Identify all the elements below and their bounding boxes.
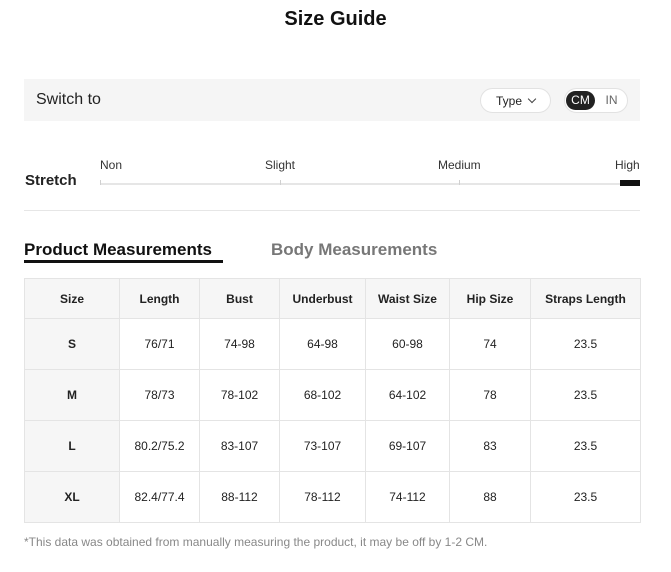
stretch-tick (459, 180, 460, 185)
table-cell: 83 (449, 420, 531, 472)
stretch-level-high: High (615, 158, 640, 172)
table-header-row: Size Length Bust Underbust Waist Size Hi… (24, 278, 641, 319)
size-cell: M (24, 369, 120, 421)
column-header: Bust (199, 278, 280, 319)
unit-toggle: CM IN (564, 88, 628, 113)
table-cell: 78/73 (119, 369, 200, 421)
type-label: Type (495, 93, 522, 108)
table-cell: 78-102 (199, 369, 280, 421)
size-cell: XL (24, 471, 120, 523)
divider (24, 210, 640, 211)
table-cell: 73-107 (279, 420, 366, 472)
size-cell: L (24, 420, 120, 472)
footnote: *This data was obtained from manually me… (24, 535, 488, 549)
tab-body-measurements[interactable]: Body Measurements (271, 240, 437, 260)
table-cell: 64-102 (365, 369, 450, 421)
stretch-tick (100, 180, 101, 185)
stretch-tick (280, 180, 281, 185)
table-cell: 60-98 (365, 318, 450, 370)
table-row: S 76/71 74-98 64-98 60-98 74 23.5 (24, 318, 641, 370)
column-header: Underbust (279, 278, 366, 319)
table-cell: 76/71 (119, 318, 200, 370)
stretch-track (100, 183, 640, 185)
stretch-selected-marker (620, 180, 640, 186)
column-header: Size (24, 278, 120, 319)
active-tab-underline (24, 260, 223, 263)
table-cell: 23.5 (530, 318, 641, 370)
size-cell: S (24, 318, 120, 370)
unit-cm-option[interactable]: CM (566, 91, 595, 110)
table-cell: 23.5 (530, 369, 641, 421)
column-header: Length (119, 278, 200, 319)
table-cell: 23.5 (530, 471, 641, 523)
table-cell: 82.4/77.4 (119, 471, 200, 523)
table-cell: 64-98 (279, 318, 366, 370)
stretch-level-medium: Medium (438, 158, 481, 172)
table-cell: 74 (449, 318, 531, 370)
table-cell: 88 (449, 471, 531, 523)
table-cell: 88-112 (199, 471, 280, 523)
tab-product-measurements[interactable]: Product Measurements (24, 240, 212, 260)
table-cell: 83-107 (199, 420, 280, 472)
switch-bar: Switch to Type CM IN (24, 79, 640, 121)
table-cell: 80.2/75.2 (119, 420, 200, 472)
page-title: Size Guide (284, 8, 387, 30)
switch-label: Switch to (36, 91, 101, 108)
unit-in-option[interactable]: IN (597, 91, 626, 110)
table-cell: 74-112 (365, 471, 450, 523)
chevron-down-icon (527, 94, 537, 104)
table-row: M 78/73 78-102 68-102 64-102 78 23.5 (24, 369, 641, 421)
table-cell: 78-112 (279, 471, 366, 523)
table-cell: 74-98 (199, 318, 280, 370)
table-cell: 69-107 (365, 420, 450, 472)
column-header: Hip Size (449, 278, 531, 319)
table-cell: 23.5 (530, 420, 641, 472)
table-row: XL 82.4/77.4 88-112 78-112 74-112 88 23.… (24, 471, 641, 523)
size-table: Size Length Bust Underbust Waist Size Hi… (24, 278, 641, 523)
column-header: Waist Size (365, 278, 450, 319)
stretch-label: Stretch (25, 172, 77, 189)
column-header: Straps Length (530, 278, 641, 319)
type-dropdown-button[interactable]: Type (480, 88, 551, 113)
stretch-level-slight: Slight (265, 158, 296, 172)
stretch-level-non: Non (100, 158, 123, 172)
table-row: L 80.2/75.2 83-107 73-107 69-107 83 23.5 (24, 420, 641, 472)
table-cell: 68-102 (279, 369, 366, 421)
table-cell: 78 (449, 369, 531, 421)
